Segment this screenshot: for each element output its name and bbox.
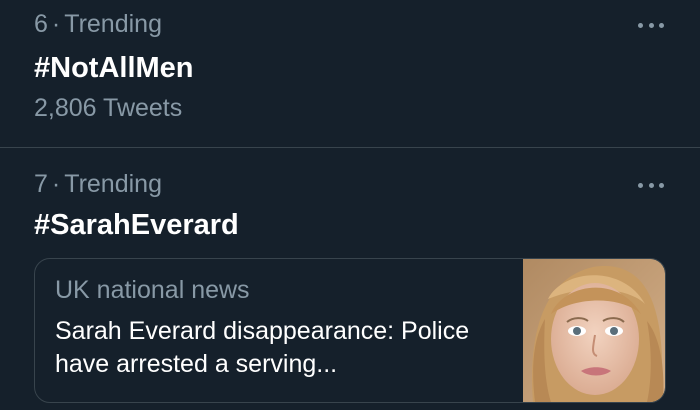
trend-item[interactable]: 7 · Trending #SarahEverard UK national new…	[0, 149, 700, 410]
trend-rank: 6	[34, 10, 48, 38]
trend-meta: 7 · Trending	[34, 169, 162, 199]
trend-tweet-count: 2,806 Tweets	[34, 94, 183, 122]
trend-category: Trending	[64, 10, 162, 38]
trend-rank: 7	[34, 170, 48, 198]
trend-separator: ·	[51, 170, 61, 198]
news-headline: Sarah Everard disappearance: Police have…	[55, 317, 470, 378]
news-thumbnail	[523, 259, 665, 402]
trend-hashtag[interactable]: #NotAllMen	[34, 51, 194, 85]
news-card[interactable]: UK national news Sarah Everard disappear…	[34, 258, 666, 403]
trend-item[interactable]: 6 · Trending #NotAllMen 2,806 Tweets	[0, 0, 700, 148]
more-horizontal-icon[interactable]	[638, 181, 664, 189]
more-horizontal-icon[interactable]	[638, 21, 664, 29]
trend-hashtag[interactable]: #SarahEverard	[34, 208, 239, 242]
trend-category: Trending	[64, 170, 162, 198]
trend-separator: ·	[51, 10, 61, 38]
news-source: UK national news	[55, 276, 250, 304]
trend-meta: 6 · Trending	[34, 9, 162, 39]
trends-list: 6 · Trending #NotAllMen 2,806 Tweets 7 · Tre…	[0, 0, 700, 410]
